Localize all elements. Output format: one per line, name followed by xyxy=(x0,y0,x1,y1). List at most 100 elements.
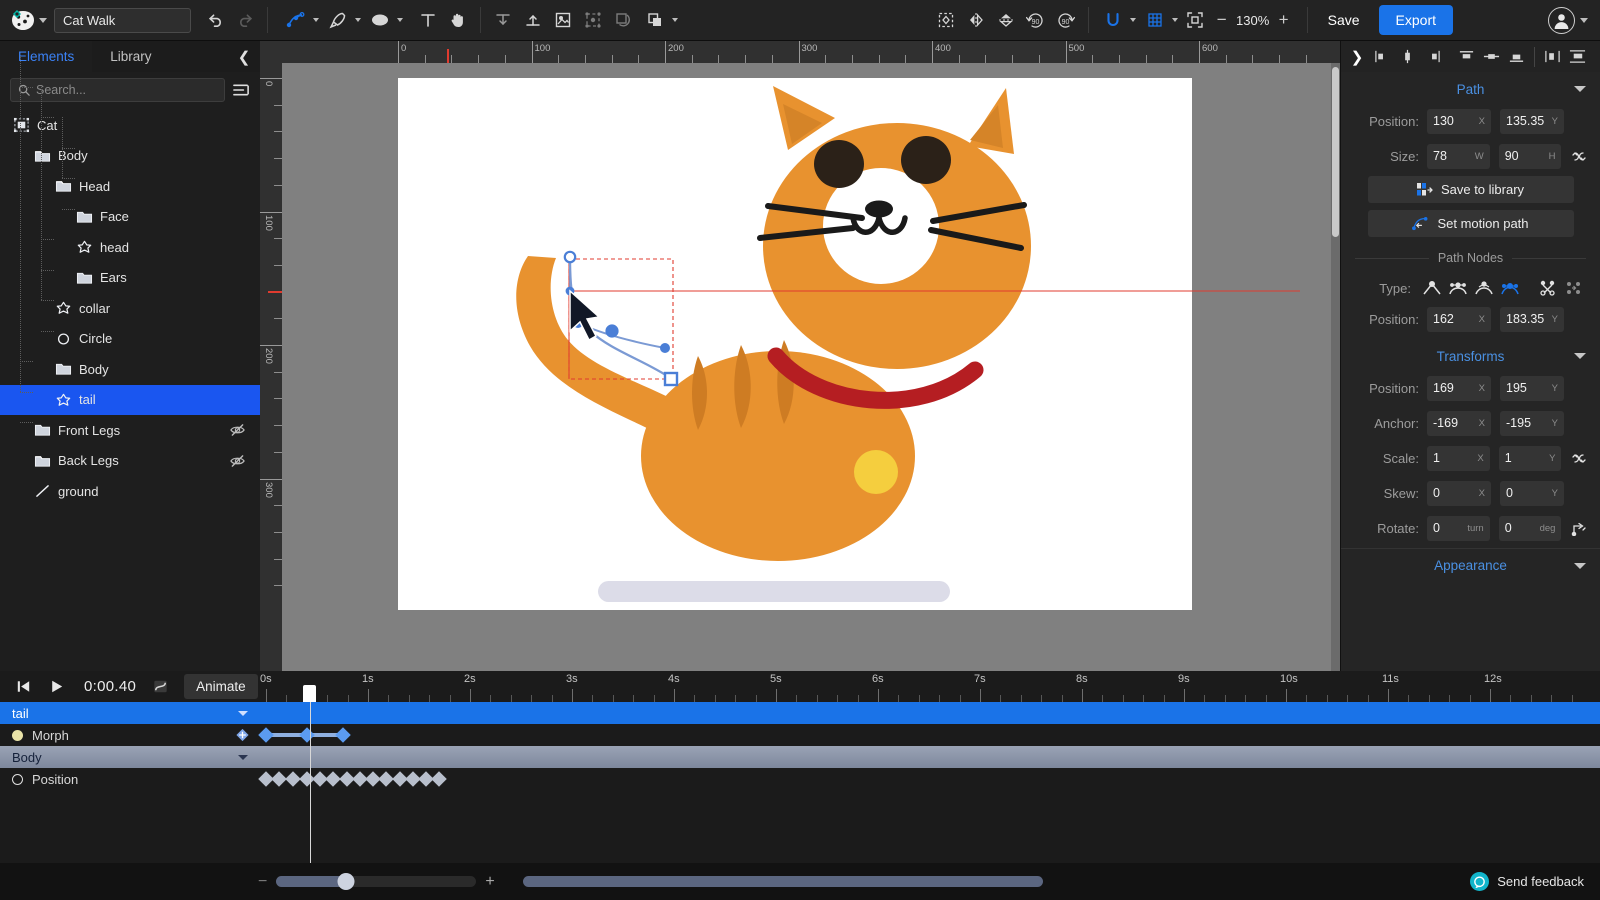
layer-row-front-legs[interactable]: Front Legs xyxy=(0,415,260,446)
ungroup-icon[interactable] xyxy=(578,5,608,35)
layer-row-head[interactable]: head xyxy=(0,232,260,263)
collapse-left-panel-icon[interactable]: ❮ xyxy=(232,41,256,72)
keyframe-diamond[interactable] xyxy=(258,727,274,743)
rotate-reference-icon[interactable] xyxy=(1570,519,1588,537)
playhead-handle[interactable] xyxy=(303,685,316,702)
search-input[interactable] xyxy=(36,83,217,97)
mask-icon[interactable] xyxy=(608,5,638,35)
save-to-library-button[interactable]: Save to library xyxy=(1367,176,1574,203)
transform-rotate-deg-field[interactable]: 0 deg xyxy=(1498,515,1562,541)
timeline-track-position[interactable]: Position xyxy=(0,768,1600,790)
hand-tool-icon[interactable] xyxy=(443,5,473,35)
grid-dropdown-caret[interactable] xyxy=(1171,18,1178,22)
artboard[interactable] xyxy=(398,78,1192,610)
link-size-ratio-icon[interactable] xyxy=(1570,147,1588,165)
align-bottom-icon[interactable] xyxy=(518,5,548,35)
save-button[interactable]: Save xyxy=(1315,6,1373,34)
distribute-v-icon[interactable] xyxy=(1565,44,1590,70)
timeline-track-body[interactable]: Body xyxy=(0,746,1600,768)
transform-scale-x-field[interactable]: 1 X xyxy=(1427,445,1490,471)
layer-row-collar[interactable]: collar xyxy=(0,293,260,324)
cat-illustration[interactable] xyxy=(398,78,1192,610)
transform-skew-y-field[interactable]: 0 Y xyxy=(1500,480,1564,506)
boolean-tool-button[interactable] xyxy=(638,5,680,35)
export-button[interactable]: Export xyxy=(1378,5,1453,35)
canvas-scrollbar[interactable] xyxy=(1331,63,1340,671)
fit-selection-icon[interactable] xyxy=(931,5,961,35)
expand-right-panel-icon[interactable]: ❯ xyxy=(1344,41,1370,72)
layer-row-back-legs[interactable]: Back Legs xyxy=(0,446,260,477)
keyframe-diamond[interactable] xyxy=(431,771,448,787)
node-tool-button[interactable] xyxy=(279,5,321,35)
layer-row-body[interactable]: Body xyxy=(0,354,260,385)
logo-dropdown-caret[interactable] xyxy=(39,17,47,23)
node-type-smooth-icon[interactable] xyxy=(1445,276,1471,300)
path-size-h-field[interactable]: 90 H xyxy=(1498,143,1562,169)
track-lane[interactable] xyxy=(258,724,1600,746)
grid-button[interactable] xyxy=(1138,5,1180,35)
chevron-down-icon[interactable] xyxy=(238,754,248,760)
timeline-ruler[interactable]: 0s 1s 2s 3s 4s 5s 6s 7s 8s 9s 10s 11s 12s xyxy=(260,671,1600,702)
distribute-h-icon[interactable] xyxy=(1540,44,1565,70)
timeline-zoom-out-button[interactable]: − xyxy=(258,873,267,891)
flip-vertical-icon[interactable] xyxy=(991,5,1021,35)
node-tool-dropdown-caret[interactable] xyxy=(313,18,319,22)
chevron-down-icon[interactable] xyxy=(1574,562,1586,569)
filter-sort-icon[interactable] xyxy=(233,83,250,97)
align-top-icon[interactable] xyxy=(488,5,518,35)
section-header-transforms[interactable]: Transforms xyxy=(1341,339,1600,373)
align-bottom-icon[interactable] xyxy=(1504,44,1529,70)
tab-elements[interactable]: Elements xyxy=(0,41,93,72)
zoom-out-button[interactable]: − xyxy=(1210,10,1234,30)
rotate-cw-90-icon[interactable]: 90 xyxy=(1051,5,1081,35)
join-node-icon[interactable] xyxy=(1561,276,1587,300)
timeline-track-morph[interactable]: Morph xyxy=(0,724,1600,746)
transform-scale-y-field[interactable]: 1 Y xyxy=(1498,445,1562,471)
layer-row-head[interactable]: Head xyxy=(0,171,260,202)
pen-tool-icon[interactable] xyxy=(323,5,353,35)
layer-row-circle[interactable]: Circle xyxy=(0,324,260,355)
flip-horizontal-icon[interactable] xyxy=(961,5,991,35)
node-position-y-field[interactable]: 183.35 Y xyxy=(1500,306,1564,332)
align-left-icon[interactable] xyxy=(1370,44,1395,70)
account-dropdown-caret[interactable] xyxy=(1580,17,1588,23)
timeline-zoom-in-button[interactable]: + xyxy=(485,873,494,891)
jump-to-start-button[interactable] xyxy=(8,672,38,702)
redo-icon[interactable] xyxy=(230,5,260,35)
node-type-auto-icon[interactable] xyxy=(1497,276,1523,300)
path-size-w-field[interactable]: 78 W xyxy=(1427,143,1490,169)
track-header[interactable]: tail xyxy=(0,702,260,724)
group-icon[interactable] xyxy=(548,5,578,35)
canvas-area[interactable]: 0 100 200 300 400 500 600 0 100 200 300 xyxy=(260,41,1340,671)
pen-tool-dropdown-caret[interactable] xyxy=(355,18,361,22)
text-tool-icon[interactable] xyxy=(413,5,443,35)
add-keyframe-icon[interactable] xyxy=(235,728,250,743)
fit-to-screen-icon[interactable] xyxy=(1180,5,1210,35)
node-position-x-field[interactable]: 162 X xyxy=(1427,306,1491,332)
boolean-dropdown-caret[interactable] xyxy=(672,18,678,22)
layer-row-ground[interactable]: ground xyxy=(0,476,260,507)
layer-row-body[interactable]: Body xyxy=(0,141,260,172)
shape-tool-button[interactable] xyxy=(363,5,405,35)
layer-row-tail[interactable]: tail xyxy=(0,384,260,415)
play-button[interactable] xyxy=(41,672,71,702)
align-top-icon[interactable] xyxy=(1454,44,1479,70)
transform-skew-x-field[interactable]: 0 X xyxy=(1427,480,1491,506)
track-lane[interactable] xyxy=(258,768,1600,790)
track-lane[interactable] xyxy=(260,746,1600,768)
zoom-slider-knob[interactable] xyxy=(337,873,355,890)
animate-button[interactable]: Animate xyxy=(184,674,258,699)
transform-anchor-y-field[interactable]: -195 Y xyxy=(1500,410,1564,436)
track-header[interactable]: Morph xyxy=(0,724,260,746)
transform-rotate-turn-field[interactable]: 0 turn xyxy=(1427,515,1490,541)
timeline-track-tail[interactable]: tail xyxy=(0,702,1600,724)
chevron-down-icon[interactable] xyxy=(1574,353,1586,359)
shape-tool-dropdown-caret[interactable] xyxy=(397,18,403,22)
shape-tool-icon[interactable] xyxy=(365,5,395,35)
align-middle-v-icon[interactable] xyxy=(1479,44,1504,70)
tab-library[interactable]: Library xyxy=(92,41,169,72)
undo-icon[interactable] xyxy=(200,5,230,35)
path-position-y-field[interactable]: 135.35 Y xyxy=(1500,108,1564,134)
boolean-icon[interactable] xyxy=(640,5,670,35)
zoom-slider-track[interactable] xyxy=(276,873,477,890)
